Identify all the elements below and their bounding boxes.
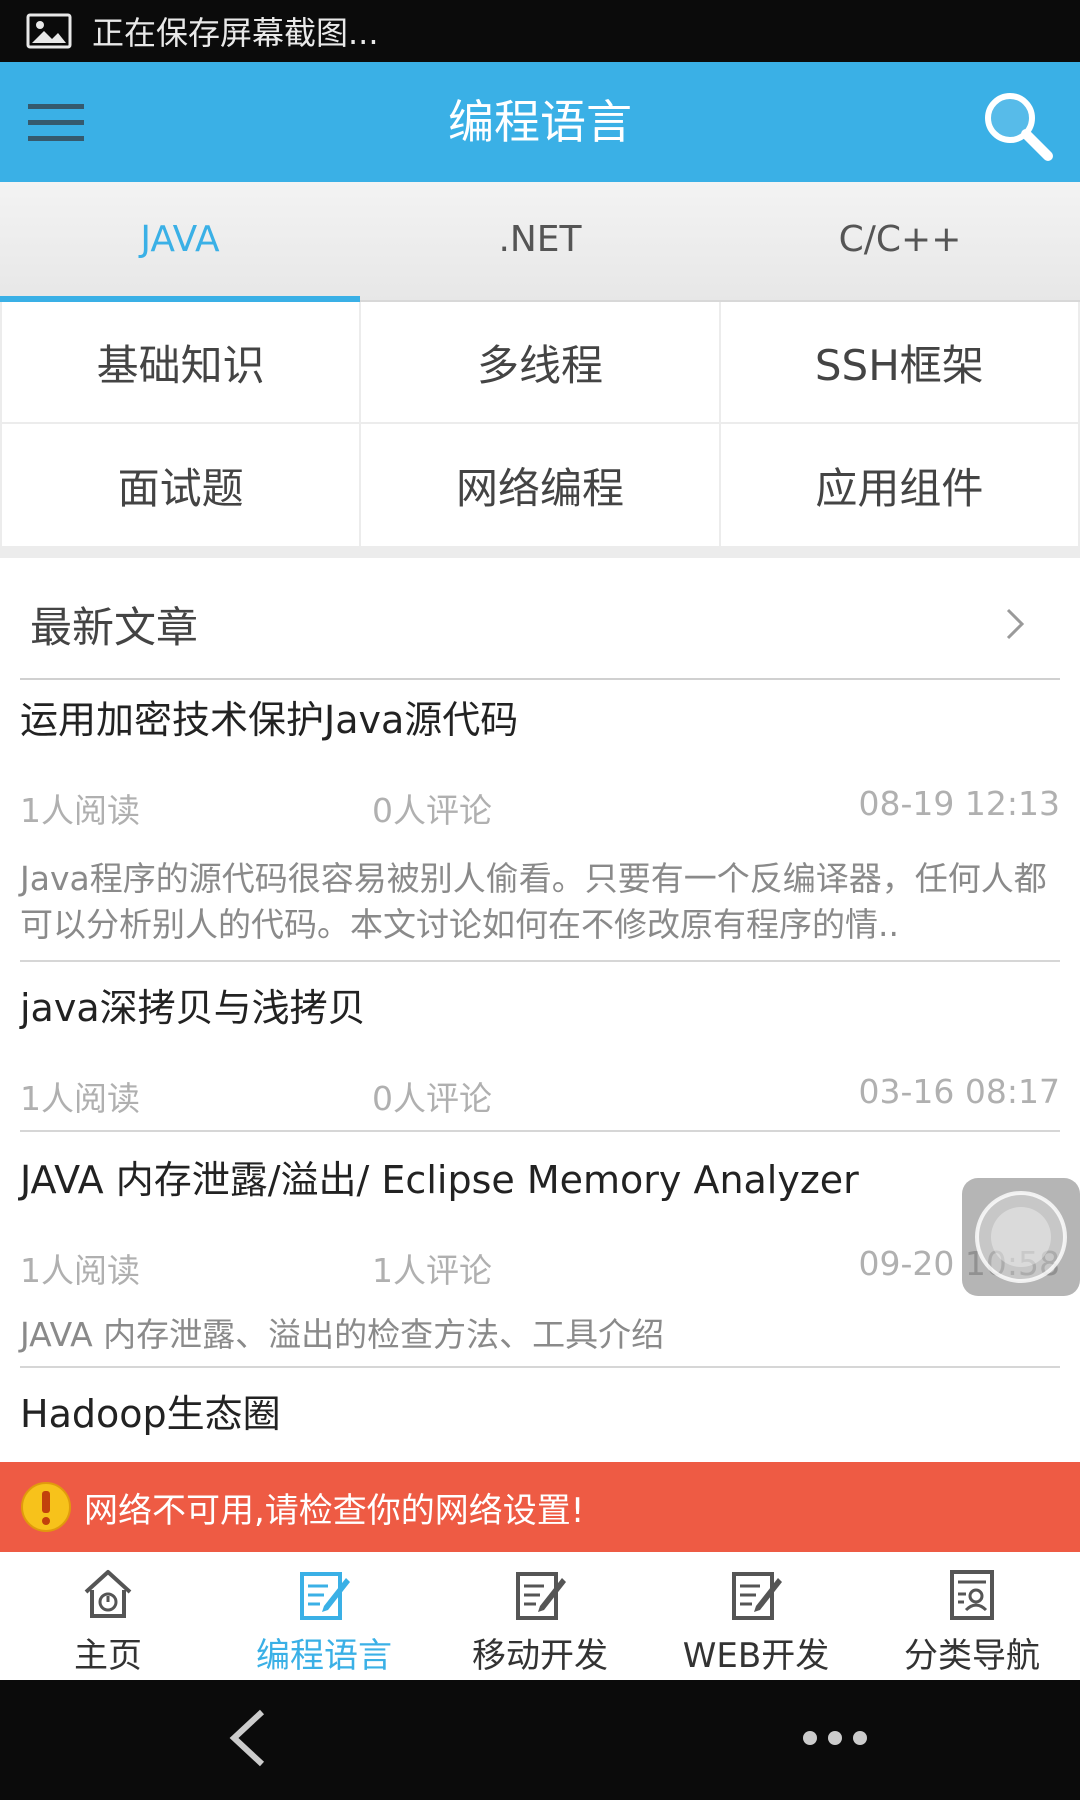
chevron-right-icon bbox=[1006, 608, 1025, 640]
edit-doc-icon bbox=[300, 1572, 350, 1620]
category-grid: 基础知识 多线程 SSH框架 面试题 网络编程 应用组件 bbox=[0, 302, 1080, 558]
nav-programming-languages[interactable]: 编程语言 bbox=[216, 1552, 432, 1680]
article-date: 03-16 08:17 bbox=[858, 1071, 1060, 1111]
nav-label: WEB开发 bbox=[682, 1636, 830, 1676]
nav-label: 移动开发 bbox=[472, 1636, 608, 1676]
page-title: 编程语言 bbox=[448, 95, 632, 149]
tab-dotnet[interactable]: .NET bbox=[360, 182, 720, 300]
article-meta: 1人阅读 1人评论 09-20 10:58 bbox=[20, 1244, 1060, 1292]
tab-c-cpp[interactable]: C/C++ bbox=[720, 182, 1080, 300]
article-meta: 1人阅读 0人评论 08-19 12:13 bbox=[20, 784, 1060, 832]
read-count: 1人阅读 bbox=[20, 790, 140, 830]
tab-java[interactable]: JAVA bbox=[0, 182, 360, 302]
language-tabs: JAVA .NET C/C++ bbox=[0, 182, 1080, 302]
category-multithreading[interactable]: 多线程 bbox=[361, 302, 719, 422]
edit-doc-icon bbox=[732, 1572, 782, 1620]
article-item[interactable]: JAVA 内存泄露/溢出/ Eclipse Memory Analyzer 1人… bbox=[20, 1132, 1060, 1368]
category-app-components[interactable]: 应用组件 bbox=[720, 424, 1078, 546]
nav-web-dev[interactable]: WEB开发 bbox=[648, 1552, 864, 1680]
article-date: 08-19 12:13 bbox=[858, 783, 1060, 823]
search-icon[interactable] bbox=[980, 88, 1054, 162]
comment-count: 0人评论 bbox=[372, 1078, 492, 1118]
assistive-circle-icon bbox=[975, 1191, 1067, 1283]
article-item[interactable]: Hadoop生态圈 bbox=[20, 1368, 1060, 1462]
category-basics[interactable]: 基础知识 bbox=[2, 302, 360, 422]
directory-icon bbox=[950, 1570, 994, 1620]
floating-assistive-button[interactable] bbox=[962, 1178, 1080, 1296]
read-count: 1人阅读 bbox=[20, 1250, 140, 1290]
home-icon bbox=[84, 1570, 132, 1618]
latest-articles-header[interactable]: 最新文章 bbox=[20, 570, 1060, 680]
article-item[interactable]: 运用加密技术保护Java源代码 1人阅读 0人评论 08-19 12:13 Ja… bbox=[20, 690, 1060, 962]
nav-label: 分类导航 bbox=[904, 1636, 1040, 1676]
nav-label: 主页 bbox=[74, 1636, 142, 1676]
app-bar: 编程语言 bbox=[0, 62, 1080, 182]
article-title: java深拷贝与浅拷贝 bbox=[20, 986, 366, 1030]
category-interview[interactable]: 面试题 bbox=[2, 424, 360, 546]
nav-home[interactable]: 主页 bbox=[0, 1552, 216, 1680]
comment-count: 1人评论 bbox=[372, 1250, 492, 1290]
article-meta: 1人阅读 0人评论 03-16 08:17 bbox=[20, 1072, 1060, 1120]
nav-label: 编程语言 bbox=[256, 1636, 392, 1676]
article-summary: JAVA 内存泄露、溢出的检查方法、工具介绍 bbox=[20, 1314, 665, 1354]
status-text: 正在保存屏幕截图... bbox=[92, 14, 379, 52]
warning-icon bbox=[21, 1482, 71, 1532]
system-nav-bar bbox=[0, 1680, 1080, 1800]
network-error-banner: 网络不可用,请检查你的网络设置! bbox=[0, 1462, 1080, 1552]
article-title: JAVA 内存泄露/溢出/ Eclipse Memory Analyzer bbox=[20, 1158, 859, 1202]
article-title: Hadoop生态圈 bbox=[20, 1392, 281, 1436]
bottom-nav: 主页 编程语言 移动开发 WEB开发 分类导航 bbox=[0, 1552, 1080, 1680]
status-bar: 正在保存屏幕截图... bbox=[0, 0, 1080, 62]
article-item[interactable]: java深拷贝与浅拷贝 1人阅读 0人评论 03-16 08:17 bbox=[20, 962, 1060, 1132]
article-title: 运用加密技术保护Java源代码 bbox=[20, 698, 519, 742]
more-dots-icon[interactable] bbox=[800, 1728, 870, 1748]
nav-category-directory[interactable]: 分类导航 bbox=[864, 1552, 1080, 1680]
article-summary: Java程序的源代码很容易被别人偷看。只要有一个反编译器，任何人都可以分析别人的… bbox=[20, 858, 1047, 945]
category-network-programming[interactable]: 网络编程 bbox=[361, 424, 719, 546]
screenshot-icon bbox=[26, 13, 72, 49]
edit-doc-icon bbox=[516, 1572, 566, 1620]
back-icon[interactable] bbox=[226, 1708, 270, 1768]
latest-articles-label: 最新文章 bbox=[30, 602, 199, 652]
comment-count: 0人评论 bbox=[372, 790, 492, 830]
network-error-text: 网络不可用,请检查你的网络设置! bbox=[84, 1490, 585, 1531]
read-count: 1人阅读 bbox=[20, 1078, 140, 1118]
category-ssh-framework[interactable]: SSH框架 bbox=[720, 302, 1078, 422]
nav-mobile-dev[interactable]: 移动开发 bbox=[432, 1552, 648, 1680]
